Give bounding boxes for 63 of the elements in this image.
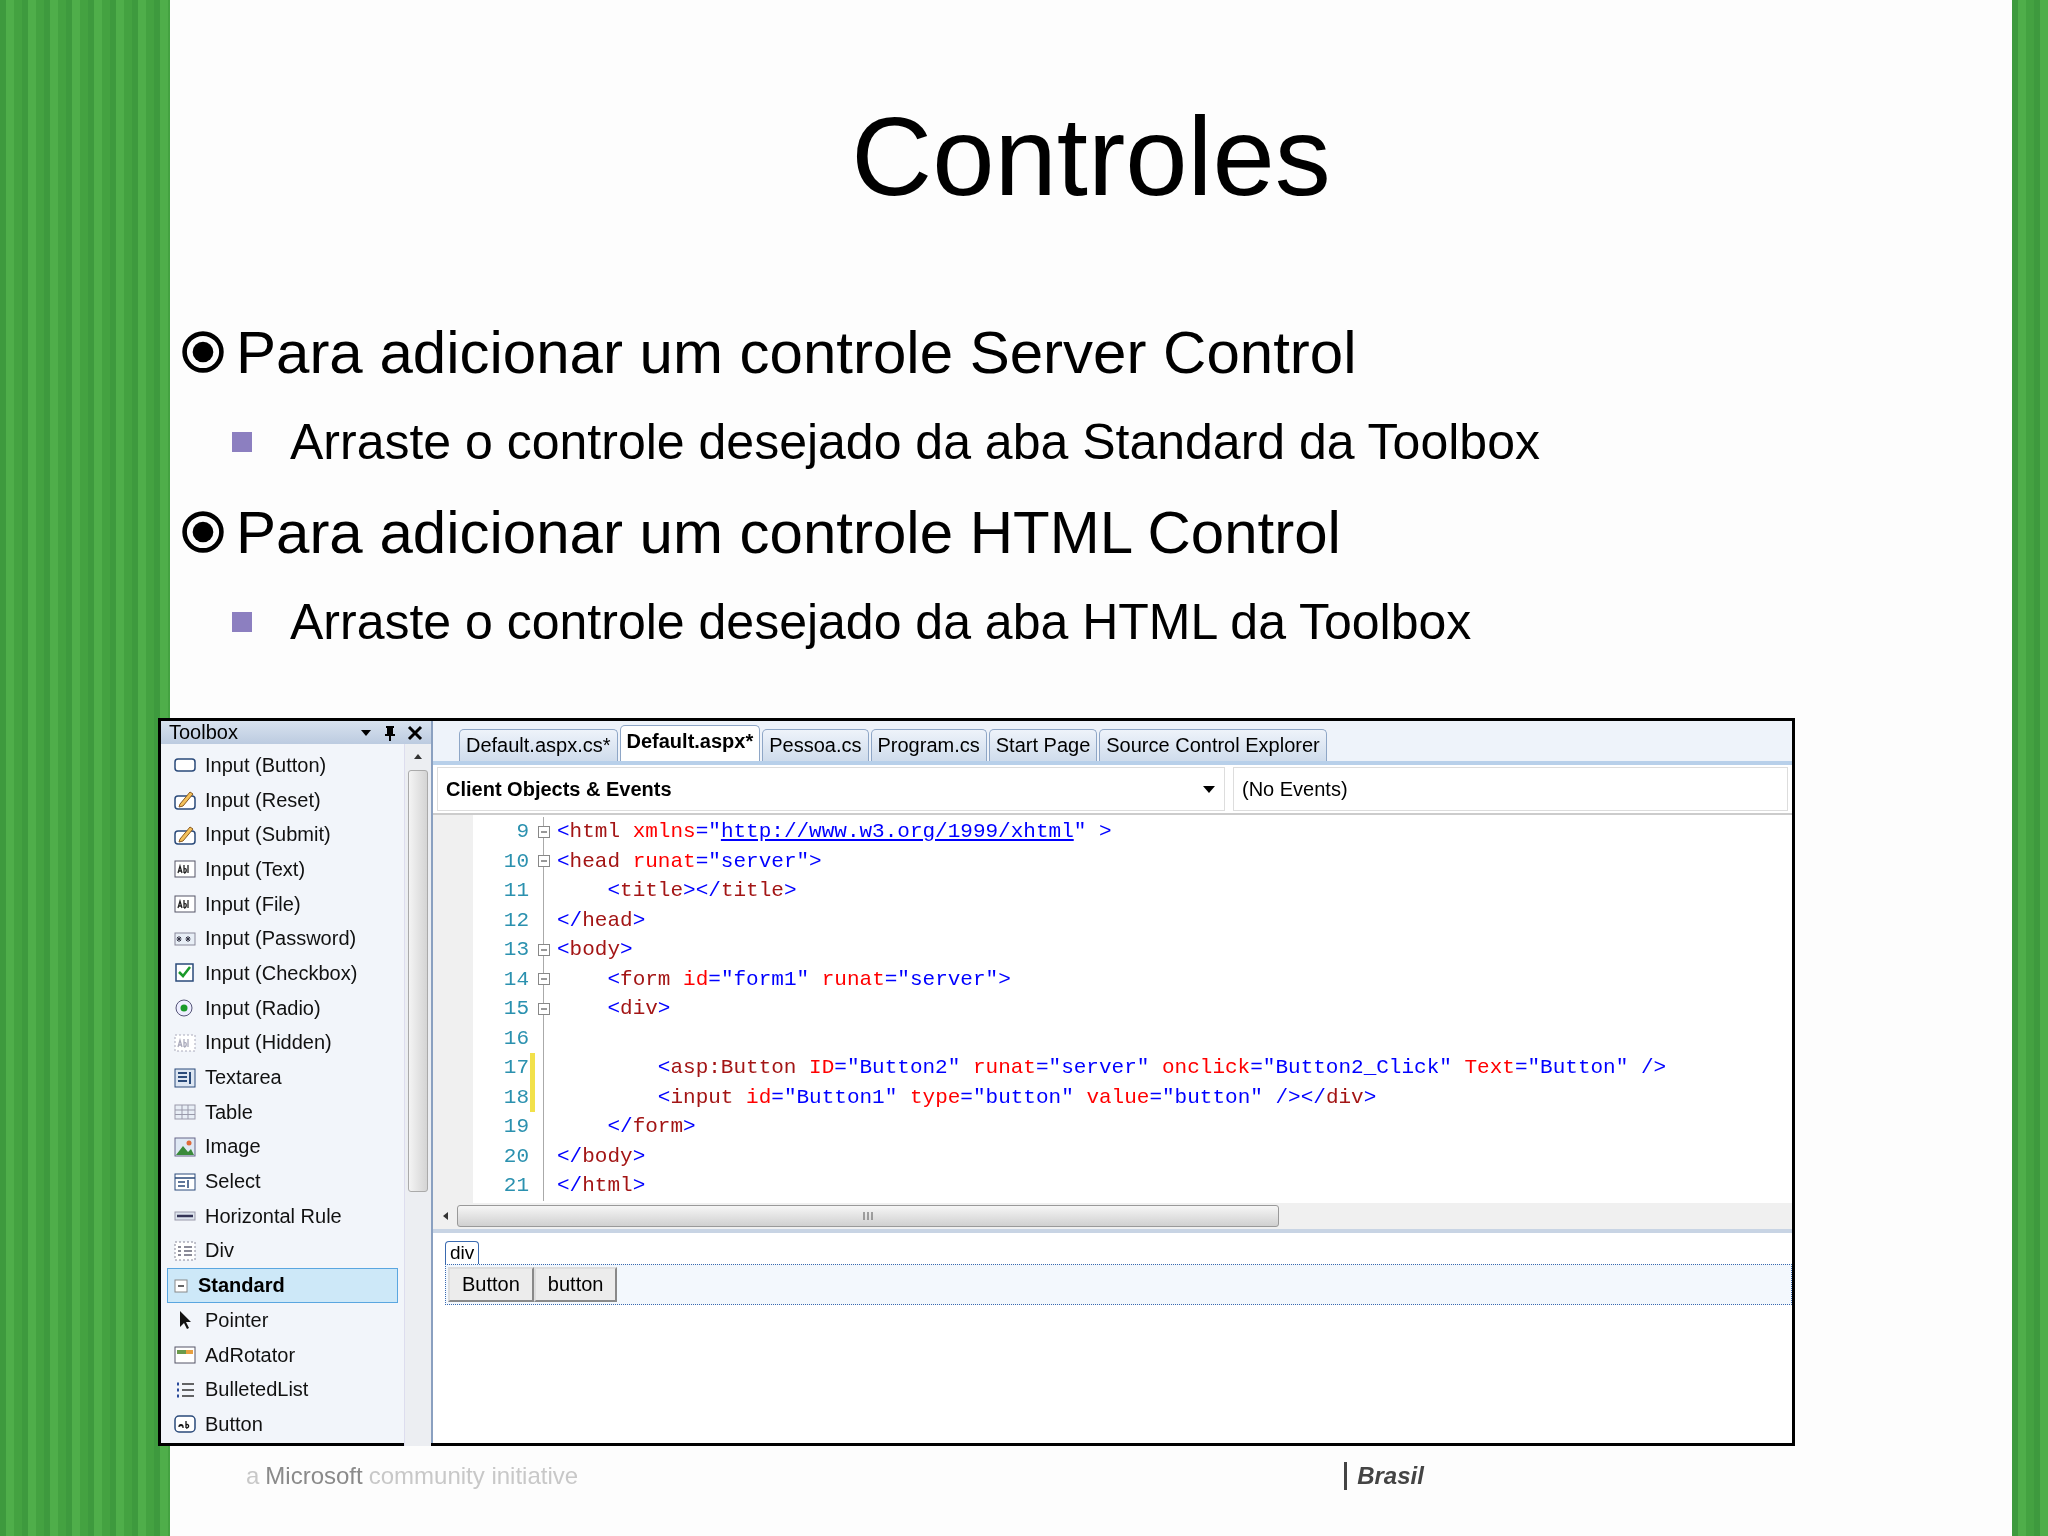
- line-number: 11: [502, 879, 529, 903]
- code-line: <head runat="server">: [557, 849, 822, 873]
- toolbox-item[interactable]: Input (Text): [167, 852, 398, 887]
- code-line: </head>: [557, 908, 646, 932]
- toolbox-item[interactable]: Image: [167, 1129, 398, 1165]
- footer-brand: Microsoft: [265, 1462, 363, 1490]
- toolbox-item[interactable]: Input (Hidden): [167, 1025, 398, 1061]
- code-line: <form id="form1" runat="server">: [606, 967, 1011, 991]
- toolbox-item[interactable]: Table: [167, 1094, 398, 1130]
- line-number: 17: [502, 1056, 529, 1080]
- toolbox-item[interactable]: BulletedList: [167, 1372, 398, 1408]
- toolbox-item[interactable]: Textarea: [167, 1060, 398, 1095]
- toolbox-group[interactable]: Standard: [167, 1268, 398, 1303]
- line-number: 21: [502, 1174, 529, 1198]
- line-number: 10: [502, 849, 529, 873]
- line-number: 12: [502, 908, 529, 932]
- sub-bullet-text: Arraste o controle desejado da aba HTML da Toolbox: [290, 593, 1472, 651]
- code-line: </body>: [557, 1144, 646, 1168]
- preview-button[interactable]: button: [533, 1267, 618, 1302]
- code-line: <html xmlns="http://www.w3.org/1999/xhtml" >: [557, 820, 1112, 844]
- toolbox-item[interactable]: Horizontal Rule: [167, 1198, 398, 1234]
- editor-tab[interactable]: Source Control Explorer: [1099, 729, 1327, 761]
- line-number: 13: [502, 938, 529, 962]
- toolbox-item[interactable]: Input (Radio): [167, 990, 398, 1026]
- toolbox-item[interactable]: Button: [167, 1407, 398, 1442]
- toolbox-item[interactable]: Input (File): [167, 886, 398, 922]
- line-number: 14: [502, 967, 529, 991]
- line-number: 20: [502, 1144, 529, 1168]
- toolbox-item[interactable]: Input (Submit): [167, 817, 398, 853]
- editor-tab[interactable]: Default.aspx*: [619, 725, 761, 761]
- toolbox-item[interactable]: Input (Button): [167, 748, 398, 783]
- sub-bullet-text: Arraste o controle desejado da aba Standard da Toolbox: [290, 413, 1540, 471]
- toolbox-item[interactable]: AdRotator: [167, 1337, 398, 1373]
- bullet-text: Para adicionar um controle Server Control: [236, 317, 1357, 387]
- object-dropdown[interactable]: Client Objects & Events: [437, 767, 1225, 811]
- line-number: 9: [515, 820, 529, 844]
- bullet-text: Para adicionar um controle HTML Control: [236, 497, 1341, 567]
- toolbox-title: Toolbox: [169, 721, 239, 744]
- editor-tab[interactable]: Default.aspx.cs*: [459, 729, 618, 761]
- editor-tab[interactable]: Start Page: [988, 729, 1098, 761]
- code-line: </html>: [557, 1174, 646, 1198]
- editor-tab[interactable]: Program.cs: [870, 729, 987, 761]
- slide-title: Controles: [850, 93, 1332, 221]
- toolbox-item[interactable]: Div: [167, 1233, 398, 1269]
- code-line: <div>: [606, 997, 671, 1021]
- line-number: 15: [502, 997, 529, 1021]
- preview-button[interactable]: Button: [448, 1267, 534, 1302]
- toolbox-item[interactable]: Pointer: [167, 1303, 398, 1338]
- toolbox-item[interactable]: Input (Password): [167, 921, 398, 957]
- code-line: <input id="Button1" type="button" value="button" /></div>: [656, 1085, 1377, 1109]
- event-dropdown[interactable]: (No Events): [1233, 767, 1788, 811]
- toolbox-item[interactable]: Input (Checkbox): [167, 956, 398, 991]
- toolbox-item[interactable]: Input (Reset): [167, 782, 398, 818]
- code-line: <asp:Button ID="Button2" runat="server" onclick="Button2_Click" Text="Button" />: [656, 1056, 1667, 1080]
- toolbox-item[interactable]: Select: [167, 1164, 398, 1199]
- line-number: 19: [502, 1115, 529, 1139]
- editor-tab[interactable]: Pessoa.cs: [762, 729, 869, 761]
- line-number: 16: [502, 1026, 529, 1050]
- code-line: <title></title>: [606, 879, 797, 903]
- footer-logo-text: Brasil: [1344, 1462, 1424, 1490]
- code-line: </form>: [606, 1115, 696, 1139]
- line-number: 18: [502, 1085, 529, 1109]
- code-line: <body>: [557, 938, 633, 962]
